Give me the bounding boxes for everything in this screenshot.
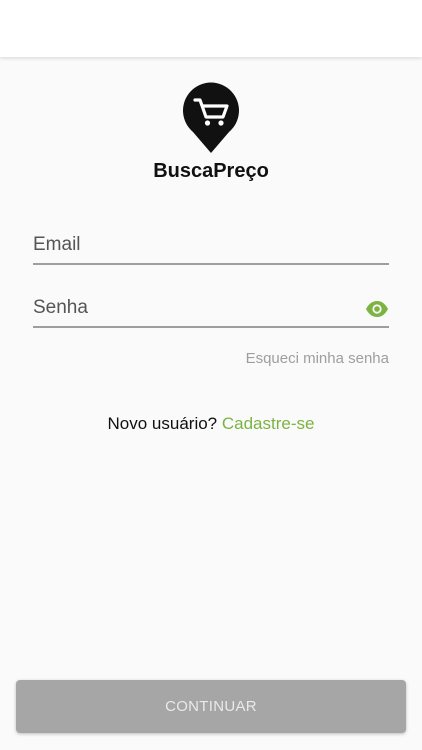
shopping-cart-pin-icon <box>183 82 239 153</box>
app-name: BuscaPreço <box>153 160 269 182</box>
password-input[interactable] <box>33 292 333 324</box>
email-input[interactable] <box>33 229 333 261</box>
forgot-password-link[interactable]: Esqueci minha senha <box>246 350 389 367</box>
signup-prompt: Novo usuário? <box>107 414 218 433</box>
app-logo <box>181 80 241 154</box>
eye-icon[interactable] <box>365 300 389 318</box>
top-app-bar <box>0 0 422 57</box>
signup-link[interactable]: Cadastre-se <box>222 414 315 433</box>
continue-button[interactable]: CONTINUAR <box>16 680 406 733</box>
signup-row: Novo usuário? Cadastre-se <box>0 414 422 434</box>
password-field-container <box>33 292 389 328</box>
email-field-container <box>33 229 389 265</box>
